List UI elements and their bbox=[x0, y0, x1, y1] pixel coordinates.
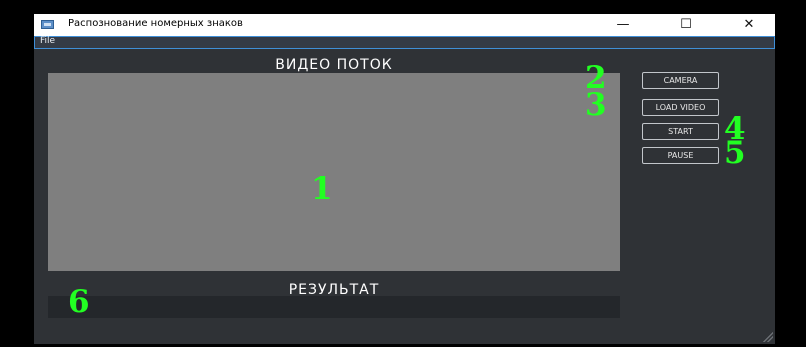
annotation-marker-video: 1 bbox=[311, 171, 333, 207]
camera-button[interactable]: CAMERA bbox=[642, 72, 719, 89]
window-title: Распознование номерных знаков bbox=[68, 18, 243, 29]
resize-grip-icon[interactable] bbox=[763, 332, 773, 342]
title-bar: Распознование номерных знаков — ☐ ✕ bbox=[34, 14, 775, 36]
load-video-button[interactable]: LOAD VIDEO bbox=[642, 99, 719, 116]
annotation-marker-result: 6 bbox=[68, 284, 90, 320]
menu-bar: File bbox=[34, 36, 775, 49]
menu-file[interactable]: File bbox=[40, 36, 55, 46]
close-button[interactable]: ✕ bbox=[727, 14, 771, 36]
maximize-button[interactable]: ☐ bbox=[664, 14, 708, 36]
annotation-marker-pause: 5 bbox=[724, 135, 746, 171]
annotation-marker-load-video: 3 bbox=[585, 87, 607, 123]
minimize-button[interactable]: — bbox=[601, 14, 645, 36]
result-field bbox=[48, 296, 620, 318]
app-window-icon bbox=[41, 20, 54, 29]
video-display bbox=[48, 73, 620, 271]
start-button[interactable]: START bbox=[642, 123, 719, 140]
app-window: Распознование номерных знаков — ☐ ✕ File… bbox=[34, 14, 775, 344]
pause-button[interactable]: PAUSE bbox=[642, 147, 719, 164]
video-stream-title: ВИДЕО ПОТОК bbox=[275, 57, 393, 73]
